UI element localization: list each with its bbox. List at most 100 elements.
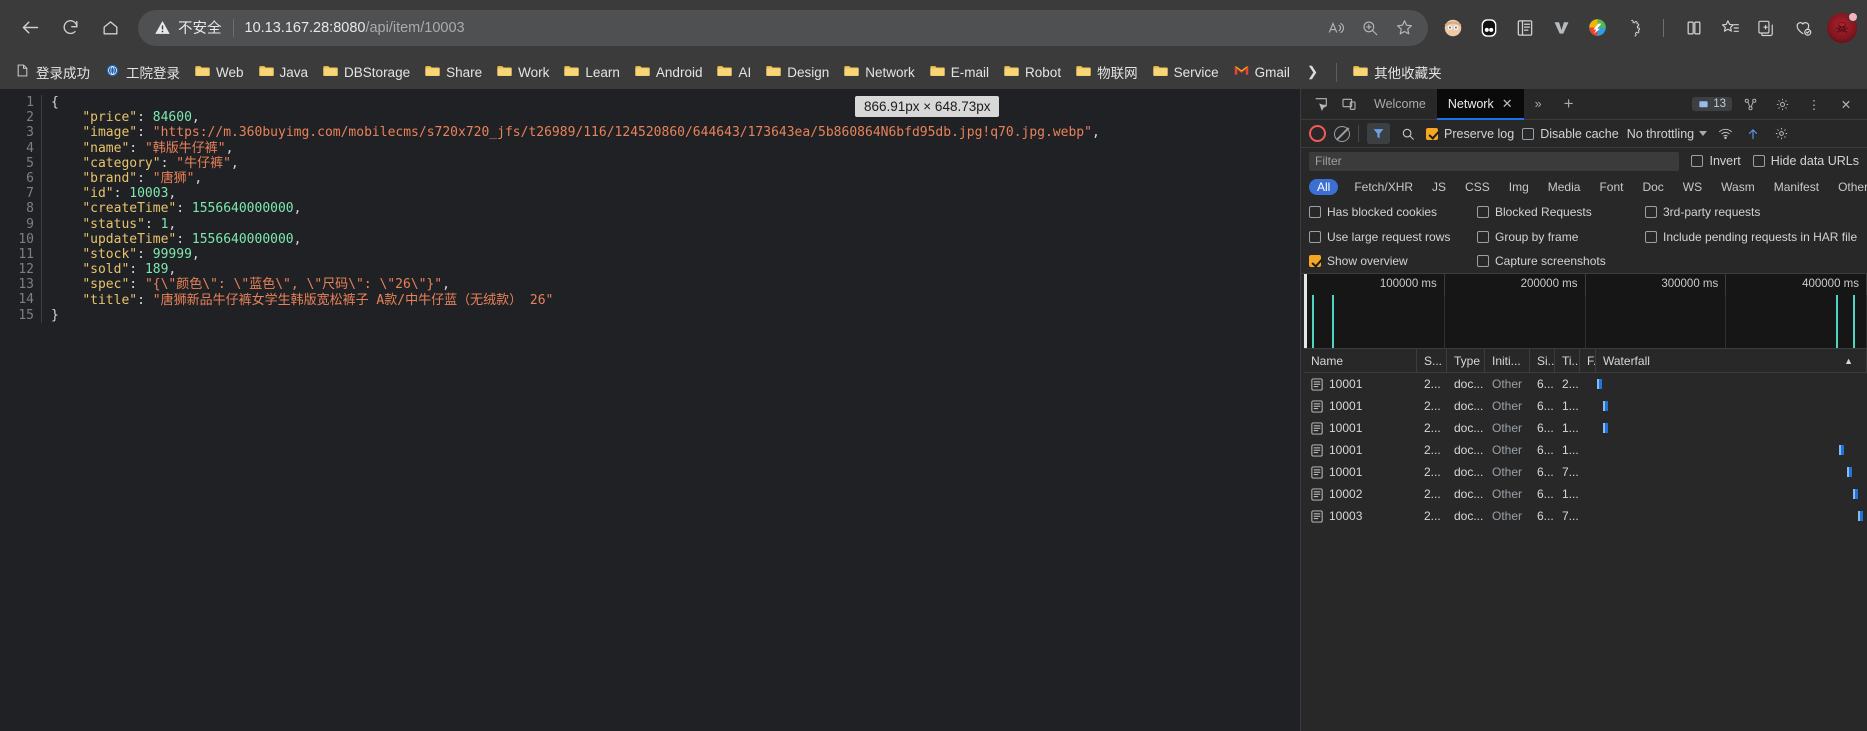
column-header-name[interactable]: Name: [1304, 348, 1417, 373]
column-header-f-[interactable]: F.: [1580, 348, 1596, 373]
type-filter-manifest[interactable]: Manifest: [1771, 179, 1822, 195]
bookmark-Network[interactable]: Network: [837, 60, 922, 84]
filter-input[interactable]: Filter: [1309, 151, 1680, 171]
capture-screenshots-box[interactable]: [1477, 255, 1489, 267]
device-toolbar-icon[interactable]: [1335, 89, 1363, 119]
table-row[interactable]: 10001 2... doc... Other 6... 2...: [1304, 373, 1867, 395]
third-party-requests-box[interactable]: [1645, 205, 1657, 218]
disable-cache-checkbox-box[interactable]: [1522, 127, 1535, 140]
devtools-more-options-icon[interactable]: ⋮: [1800, 97, 1828, 112]
preserve-log-checkbox-box[interactable]: [1426, 127, 1438, 140]
tab-network[interactable]: Network ✕: [1436, 89, 1524, 120]
import-har-icon[interactable]: [1743, 127, 1763, 141]
table-row[interactable]: 10001 2... doc... Other 6... 7...: [1304, 461, 1867, 483]
table-row[interactable]: 10001 2... doc... Other 6... 1...: [1304, 395, 1867, 417]
add-tab-button[interactable]: +: [1553, 89, 1585, 119]
type-filter-img[interactable]: Img: [1506, 179, 1532, 195]
inspect-element-icon[interactable]: [1307, 89, 1335, 119]
type-filter-all[interactable]: All: [1309, 178, 1339, 195]
avatar[interactable]: ☠: [1827, 11, 1858, 43]
overview-left-handle[interactable]: [1304, 274, 1307, 348]
table-row[interactable]: 10003 2... doc... Other 6... 7...: [1304, 505, 1867, 527]
json-code-text[interactable]: { "price": 84600, "image": "https://m.36…: [42, 95, 1300, 323]
network-conditions-icon[interactable]: [1715, 126, 1735, 141]
show-overview-checkbox[interactable]: Show overview: [1309, 254, 1459, 268]
bookmark-工院登录[interactable]: 工院登录: [98, 58, 187, 86]
disable-cache-checkbox[interactable]: Disable cache: [1522, 127, 1619, 141]
type-filter-media[interactable]: Media: [1545, 179, 1584, 195]
show-overview-box[interactable]: [1309, 255, 1321, 267]
bookmark-物联网[interactable]: 物联网: [1069, 58, 1145, 86]
bookmark-Service[interactable]: Service: [1146, 60, 1226, 84]
type-filter-css[interactable]: CSS: [1462, 179, 1493, 195]
favorite-star-icon[interactable]: [1388, 12, 1420, 44]
group-by-frame-checkbox[interactable]: Group by frame: [1477, 230, 1627, 244]
zoom-icon[interactable]: [1354, 12, 1386, 44]
include-pending-har-checkbox[interactable]: Include pending requests in HAR file: [1645, 230, 1857, 244]
search-icon[interactable]: [1398, 127, 1418, 141]
read-aloud-icon[interactable]: [1320, 12, 1352, 44]
home-icon[interactable]: [90, 8, 130, 48]
include-pending-har-box[interactable]: [1645, 230, 1657, 243]
invert-checkbox-box[interactable]: [1691, 155, 1704, 167]
reload-icon[interactable]: [50, 8, 90, 48]
other-bookmarks-folder[interactable]: 其他收藏夹: [1346, 58, 1449, 86]
collections-icon[interactable]: [1749, 11, 1783, 45]
hide-data-urls-checkbox-box[interactable]: [1752, 155, 1765, 167]
v-icon[interactable]: [1544, 11, 1578, 45]
table-row[interactable]: 10002 2... doc... Other 6... 1...: [1304, 483, 1867, 505]
bookmark-登录成功[interactable]: 登录成功: [8, 58, 97, 86]
bookmark-Java[interactable]: Java: [252, 60, 316, 84]
devtools-settings-gear-icon[interactable]: [1768, 97, 1796, 112]
column-header-waterfall[interactable]: Waterfall ▲: [1596, 348, 1867, 373]
address-bar[interactable]: 不安全 10.13.167.28:8080/api/item/10003: [138, 9, 1428, 46]
split-screen-icon[interactable]: [1677, 11, 1711, 45]
column-header-initi-[interactable]: Initi...: [1485, 348, 1530, 373]
bookmark-Web[interactable]: Web: [188, 60, 251, 84]
throttling-dropdown[interactable]: No throttling: [1627, 127, 1708, 141]
type-filter-wasm[interactable]: Wasm: [1718, 179, 1758, 195]
reading-list-icon[interactable]: [1508, 11, 1542, 45]
devtools-close-icon[interactable]: ✕: [1832, 97, 1860, 112]
devtools-link-icon[interactable]: [1736, 97, 1764, 112]
bookmark-DBStorage[interactable]: DBStorage: [316, 60, 417, 84]
type-filter-font[interactable]: Font: [1596, 179, 1626, 195]
bookmark-Learn[interactable]: Learn: [557, 60, 627, 84]
use-large-request-rows-checkbox[interactable]: Use large request rows: [1309, 230, 1459, 244]
bookmark-Design[interactable]: Design: [759, 60, 836, 84]
column-header-si-[interactable]: Si...: [1530, 348, 1555, 373]
bookmark-Share[interactable]: Share: [418, 60, 489, 84]
column-header-ti-[interactable]: Ti...: [1555, 348, 1580, 373]
hide-data-urls-checkbox[interactable]: Hide data URLs: [1752, 154, 1859, 168]
type-filter-fetch-xhr[interactable]: Fetch/XHR: [1351, 179, 1416, 195]
bookmarks-overflow-chevron-icon[interactable]: ❯: [1298, 60, 1327, 84]
bookmark-Gmail[interactable]: Gmail: [1227, 60, 1297, 84]
blocked-requests-checkbox[interactable]: Blocked Requests: [1477, 205, 1627, 219]
column-header-s-[interactable]: S...: [1417, 348, 1447, 373]
bookmark-Robot[interactable]: Robot: [997, 60, 1068, 84]
use-large-request-rows-box[interactable]: [1309, 230, 1321, 243]
favorites-list-icon[interactable]: [1713, 11, 1747, 45]
more-tabs-button[interactable]: »: [1524, 89, 1553, 119]
profile-kid-icon[interactable]: [1436, 11, 1470, 45]
record-button[interactable]: [1309, 125, 1326, 142]
invert-checkbox[interactable]: Invert: [1691, 154, 1741, 168]
table-row[interactable]: 10001 2... doc... Other 6... 1...: [1304, 439, 1867, 461]
bookmark-E-mail[interactable]: E-mail: [923, 60, 996, 84]
close-icon[interactable]: ✕: [1502, 96, 1513, 112]
column-header-type[interactable]: Type: [1447, 348, 1485, 373]
issues-badge[interactable]: 13: [1692, 97, 1732, 111]
table-row[interactable]: 10001 2... doc... Other 6... 1...: [1304, 417, 1867, 439]
export-har-icon[interactable]: [1771, 126, 1791, 141]
bookmark-AI[interactable]: AI: [710, 60, 758, 84]
preserve-log-checkbox[interactable]: Preserve log: [1426, 127, 1514, 141]
third-party-requests-checkbox[interactable]: 3rd-party requests: [1645, 205, 1760, 219]
opera-gx-icon[interactable]: [1472, 11, 1506, 45]
bookmark-Work[interactable]: Work: [490, 60, 556, 84]
idm-icon[interactable]: [1580, 11, 1614, 45]
has-blocked-cookies-box[interactable]: [1309, 205, 1321, 218]
blocked-requests-box[interactable]: [1477, 205, 1489, 218]
has-blocked-cookies-checkbox[interactable]: Has blocked cookies: [1309, 205, 1459, 219]
group-by-frame-box[interactable]: [1477, 230, 1489, 243]
browser-essentials-icon[interactable]: [1785, 11, 1819, 45]
